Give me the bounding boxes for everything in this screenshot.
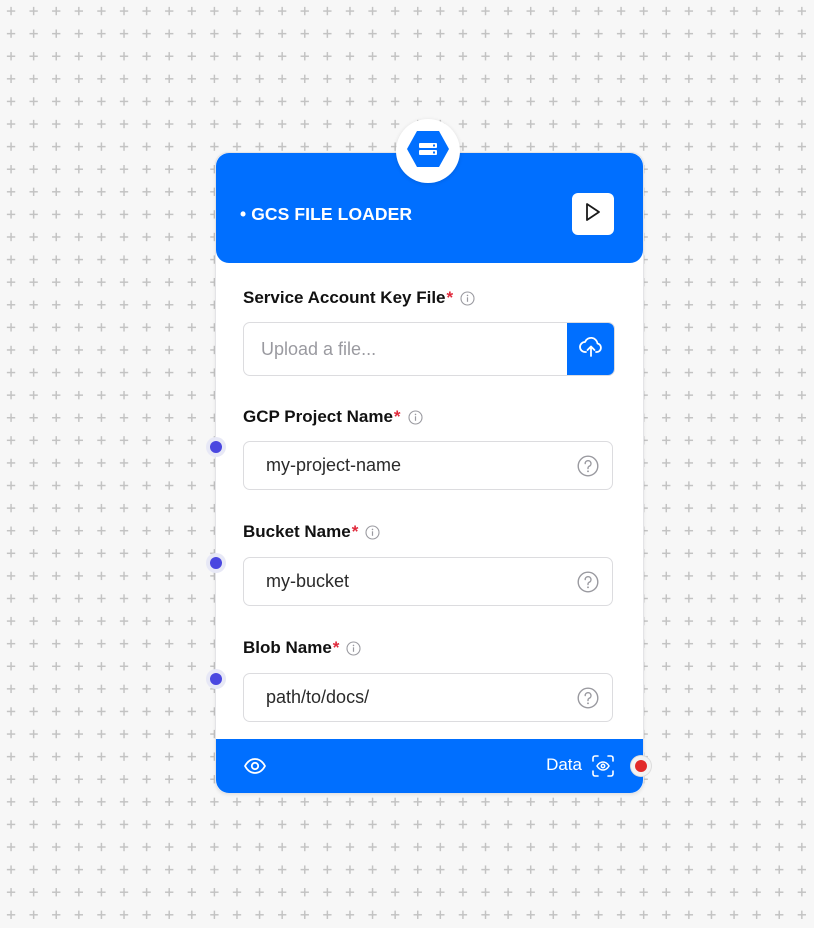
project-name-value[interactable]: my-project-name <box>266 442 401 489</box>
help-icon[interactable] <box>577 571 599 598</box>
help-icon[interactable] <box>577 687 599 714</box>
service-account-label-text: Service Account Key File <box>243 288 446 307</box>
bucket-name-label-text: Bucket Name <box>243 522 351 541</box>
project-name-input-handle[interactable] <box>210 441 222 453</box>
gcs-storage-icon <box>406 129 450 174</box>
blob-name-label-text: Blob Name <box>243 638 332 657</box>
node-type-badge <box>396 119 460 183</box>
service-account-label: Service Account Key File * <box>243 288 475 308</box>
run-button[interactable] <box>572 193 614 235</box>
upload-placeholder[interactable]: Upload a file... <box>261 323 376 375</box>
info-icon[interactable] <box>407 409 423 425</box>
project-name-label: GCP Project Name * <box>243 407 423 427</box>
blob-name-value[interactable]: path/to/docs/ <box>266 674 369 721</box>
required-mark: * <box>351 522 359 541</box>
data-output-handle[interactable] <box>635 760 647 772</box>
node-title: • GCS FILE LOADER <box>240 204 413 224</box>
info-icon[interactable] <box>365 524 380 540</box>
bucket-name-input-handle[interactable] <box>210 557 222 569</box>
bucket-name-value[interactable]: my-bucket <box>266 558 349 605</box>
output-data-label: Data <box>546 755 582 774</box>
gcs-file-loader-node[interactable]: • GCS FILE LOADER Service Account Key Fi… <box>215 152 644 794</box>
project-name-label-text: GCP Project Name <box>243 407 393 426</box>
bucket-name-input[interactable]: my-bucket <box>243 557 613 606</box>
upload-button[interactable] <box>567 323 614 375</box>
project-name-input[interactable]: my-project-name <box>243 441 613 490</box>
required-mark: * <box>332 638 340 657</box>
bucket-name-label: Bucket Name * <box>243 522 380 542</box>
scan-eye-icon[interactable] <box>591 754 615 783</box>
blob-name-label: Blob Name * <box>243 638 361 658</box>
node-footer: Data <box>216 739 643 793</box>
cloud-upload-icon <box>579 336 603 363</box>
help-icon[interactable] <box>577 455 599 482</box>
eye-icon[interactable] <box>243 755 267 782</box>
service-account-upload[interactable]: Upload a file... <box>243 322 615 376</box>
info-icon[interactable] <box>460 290 475 306</box>
blob-name-input[interactable]: path/to/docs/ <box>243 673 613 722</box>
blob-name-input-handle[interactable] <box>210 673 222 685</box>
info-icon[interactable] <box>346 640 361 656</box>
play-icon <box>584 202 602 227</box>
required-mark: * <box>446 288 454 307</box>
required-mark: * <box>393 407 401 426</box>
